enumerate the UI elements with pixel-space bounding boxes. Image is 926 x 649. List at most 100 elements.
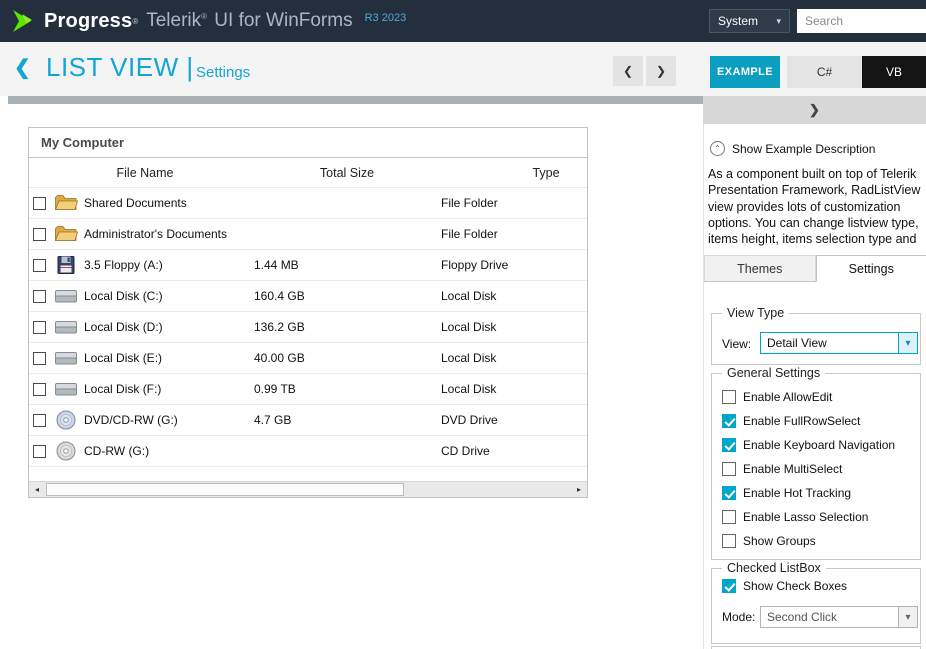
checkbox[interactable] (722, 510, 736, 524)
checkbox-option[interactable]: Show Check Boxes (722, 574, 914, 598)
total-size: 4.7 GB (254, 413, 292, 427)
previous-example-button[interactable]: ❮ (613, 56, 643, 86)
file-type: Local Disk (441, 289, 497, 303)
chevron-down-icon: ▾ (776, 15, 781, 26)
disk-icon (52, 315, 80, 339)
checkbox[interactable] (722, 414, 736, 428)
file-name: Local Disk (F:) (84, 382, 162, 396)
description-toggle[interactable]: ⌃ Show Example Description (710, 141, 875, 156)
table-row[interactable]: Local Disk (C:) 160.4 GB Local Disk (29, 281, 587, 312)
checkbox[interactable] (722, 390, 736, 404)
row-checkbox[interactable] (33, 444, 46, 458)
scroll-left-button[interactable]: ◂ (29, 482, 45, 497)
file-type: Local Disk (441, 351, 497, 365)
checkbox-label: Show Groups (743, 534, 816, 548)
checkbox-option[interactable]: Enable MultiSelect (722, 457, 914, 481)
sidebar-collapse-bar[interactable]: ❯ (703, 96, 926, 124)
checkbox-label: Enable Keyboard Navigation (743, 438, 896, 452)
file-name: Local Disk (D:) (84, 320, 163, 334)
table-row[interactable]: DVD/CD-RW (G:) 4.7 GB DVD Drive (29, 405, 587, 436)
row-checkbox[interactable] (33, 413, 46, 427)
file-type: Local Disk (441, 320, 497, 334)
listview-title: My Computer (29, 128, 587, 158)
checkbox[interactable] (722, 486, 736, 500)
total-size: 40.00 GB (254, 351, 305, 365)
file-type: Local Disk (441, 382, 497, 396)
row-checkbox[interactable] (33, 320, 46, 334)
checked-listbox-groupbox: Checked ListBox Show Check Boxes Mode: S… (711, 561, 921, 644)
total-size: 136.2 GB (254, 320, 305, 334)
next-example-button[interactable]: ❯ (646, 56, 676, 86)
table-row[interactable]: CD-RW (G:) CD Drive (29, 436, 587, 467)
checkbox-option[interactable]: Enable FullRowSelect (722, 409, 914, 433)
checkbox[interactable] (722, 579, 736, 593)
checkbox-label: Enable Lasso Selection (743, 510, 869, 524)
listview-column-headers: File Name Total Size Type (29, 158, 587, 188)
row-checkbox[interactable] (33, 382, 46, 396)
system-dropdown-value: System (718, 14, 759, 28)
mode-dropdown[interactable]: Second Click ▾ (760, 606, 918, 628)
tab-vb[interactable]: VB (862, 56, 926, 88)
triangle-left-icon: ◂ (34, 485, 39, 494)
file-name: DVD/CD-RW (G:) (84, 413, 178, 427)
groupbox-legend: Checked ListBox (722, 561, 826, 575)
table-row[interactable]: Shared Documents File Folder (29, 188, 587, 219)
row-checkbox[interactable] (33, 227, 46, 241)
chevron-right-icon: ❯ (809, 102, 820, 117)
view-type-dropdown[interactable]: Detail View ▾ (760, 332, 918, 354)
file-type: File Folder (441, 227, 498, 241)
checkbox[interactable] (722, 438, 736, 452)
checkbox[interactable] (722, 534, 736, 548)
row-checkbox[interactable] (33, 351, 46, 365)
general-settings-options: Enable AllowEdit Enable FullRowSelect Enab… (722, 385, 914, 553)
checkbox-option[interactable]: Show Groups (722, 529, 914, 553)
tab-themes[interactable]: Themes (704, 255, 816, 281)
total-size: 0.99 TB (254, 382, 296, 396)
chevron-down-icon[interactable]: ▾ (898, 607, 917, 627)
page-subtitle: Settings (196, 64, 251, 81)
tab-csharp[interactable]: C# (787, 56, 862, 88)
scroll-right-button[interactable]: ▸ (571, 482, 587, 497)
checkbox-option[interactable]: Enable Lasso Selection (722, 505, 914, 529)
table-row[interactable]: Local Disk (D:) 136.2 GB Local Disk (29, 312, 587, 343)
file-name: 3.5 Floppy (A:) (84, 258, 163, 272)
description-toggle-label: Show Example Description (732, 141, 876, 156)
example-nav-buttons: ❮ ❯ (613, 56, 676, 86)
table-row[interactable]: Administrator's Documents File Folder (29, 219, 587, 250)
table-row[interactable]: Local Disk (F:) 0.99 TB Local Disk (29, 374, 587, 405)
page-title: LIST VIEW | (46, 52, 194, 82)
checked-listbox-options: Show Check Boxes (722, 574, 914, 598)
file-name: Local Disk (E:) (84, 351, 163, 365)
tab-settings[interactable]: Settings (815, 255, 926, 282)
view-type-value: Detail View (767, 336, 827, 350)
search-input[interactable] (797, 9, 926, 33)
row-checkbox[interactable] (33, 258, 46, 272)
checkbox-option[interactable]: Enable Keyboard Navigation (722, 433, 914, 457)
system-dropdown[interactable]: System ▾ (709, 9, 790, 33)
mode-value: Second Click (767, 610, 838, 624)
scrollbar-thumb[interactable] (46, 483, 404, 496)
checkbox-label: Enable Hot Tracking (743, 486, 852, 500)
tab-example[interactable]: EXAMPLE (710, 56, 780, 88)
row-checkbox[interactable] (33, 196, 46, 210)
back-icon[interactable]: ❮ (14, 55, 31, 80)
checkbox[interactable] (722, 462, 736, 476)
chevron-left-icon: ❮ (622, 64, 634, 78)
checkbox-option[interactable]: Enable Hot Tracking (722, 481, 914, 505)
column-header-type[interactable]: Type (433, 158, 587, 187)
column-header-file-name[interactable]: File Name (29, 158, 261, 187)
column-header-total-size[interactable]: Total Size (261, 158, 433, 187)
checkbox-label: Show Check Boxes (743, 579, 848, 593)
row-checkbox[interactable] (33, 289, 46, 303)
horizontal-scrollbar[interactable]: ◂ ▸ (29, 481, 587, 497)
chevron-right-icon: ❯ (655, 64, 667, 78)
app-header: Progress ® Telerik® UI for WinForms R3 20… (0, 0, 926, 42)
table-row[interactable]: 3.5 Floppy (A:) 1.44 MB Floppy Drive (29, 250, 587, 281)
chevron-down-icon[interactable]: ▾ (898, 333, 917, 353)
checkbox-label: Enable FullRowSelect (743, 414, 861, 428)
table-row[interactable]: Local Disk (E:) 40.00 GB Local Disk (29, 343, 587, 374)
general-settings-groupbox: General Settings Enable AllowEdit Enable … (711, 366, 921, 560)
checkbox-option[interactable]: Enable AllowEdit (722, 385, 914, 409)
file-name: Local Disk (C:) (84, 289, 163, 303)
file-type: DVD Drive (441, 413, 498, 427)
